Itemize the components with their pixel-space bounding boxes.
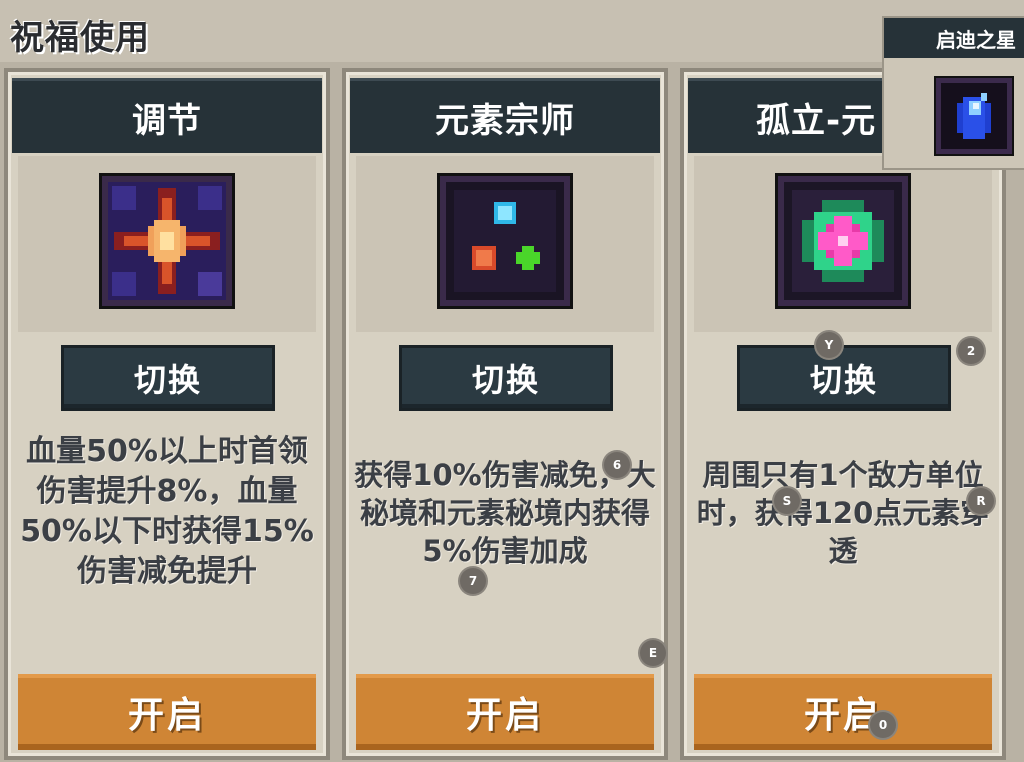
open-button[interactable]: 开启 bbox=[18, 674, 316, 750]
icon-panel bbox=[18, 156, 316, 332]
open-button[interactable]: 开启 bbox=[694, 674, 992, 750]
key-hint-badge: 6 bbox=[604, 452, 630, 478]
card-title: 元素宗师 bbox=[350, 78, 660, 153]
blessing-regulate-icon bbox=[102, 176, 232, 306]
card-description: 血量50%以上时首领伤害提升8%，血量50%以下时获得15%伤害减免提升 bbox=[20, 434, 314, 589]
card-title: 调节 bbox=[12, 78, 322, 153]
key-hint-badge: 7 bbox=[460, 568, 486, 594]
icon-panel bbox=[694, 156, 992, 332]
key-hint-badge: Y bbox=[816, 332, 842, 358]
key-hint-badge: 0 bbox=[870, 712, 896, 738]
top-bar: 祝福使用 bbox=[0, 0, 1024, 62]
blessing-card-2: 元素宗师 切换 获得10%伤害减免，大秘境和元素秘境内获得5%伤害加成 开启 bbox=[342, 68, 668, 760]
page-title: 祝福使用 bbox=[10, 18, 150, 58]
key-hint-badge: E bbox=[640, 640, 666, 666]
item-popup[interactable]: 启迪之星 bbox=[882, 16, 1024, 170]
key-hint-badge: R bbox=[968, 488, 994, 514]
card-description: 周围只有1个敌方单位时，获得120点元素穿透 bbox=[696, 458, 990, 568]
blessing-element-master-icon bbox=[440, 176, 570, 306]
blessing-isolation-element-icon bbox=[778, 176, 908, 306]
switch-button[interactable]: 切换 bbox=[64, 348, 272, 408]
star-of-enlightenment-icon bbox=[936, 78, 1012, 154]
blessing-card-1: 调节 切换 血量50%以上时首领伤害提升8%，血量50%以下时获得15%伤害减免… bbox=[4, 68, 330, 760]
open-button[interactable]: 开启 bbox=[356, 674, 654, 750]
key-hint-badge: 2 bbox=[958, 338, 984, 364]
popup-title: 启迪之星 bbox=[884, 18, 1024, 58]
switch-button[interactable]: 切换 bbox=[402, 348, 610, 408]
switch-button[interactable]: 切换 bbox=[740, 348, 948, 408]
blessing-card-3: 孤立-元 切换 周围只有1个敌方单位时，获得120点元素穿透 开启 bbox=[680, 68, 1006, 760]
key-hint-badge: S bbox=[774, 488, 800, 514]
icon-panel bbox=[356, 156, 654, 332]
